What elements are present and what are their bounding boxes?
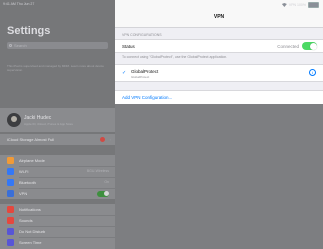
checkmark-icon: ✓ [122,70,127,76]
sidebar-item-label: Bluetooth [19,180,36,185]
status-value: Connected [277,44,299,49]
search-placeholder: Search [14,43,27,48]
status-right-text: VPN 100% [288,3,306,7]
search-icon [9,43,12,47]
sounds-icon [7,217,14,224]
sidebar-item-vpn[interactable]: VPN [0,188,115,199]
info-icon[interactable]: i [309,69,316,76]
storage-badge [100,137,105,142]
sidebar-item-label: VPN [19,191,28,196]
vpn-icon [7,190,14,197]
sidebar-item-do-not-disturb[interactable]: Do Not Disturb [0,226,115,237]
sidebar-item-label: Airplane Mode [19,158,45,163]
add-vpn-configuration-button[interactable]: Add VPN Configuration... [115,90,323,105]
battery-icon [308,2,319,8]
storage-cell[interactable]: iCloud Storage Almost Full › [0,134,115,145]
wifi-value: BGU-Wireless [86,169,109,173]
wifi-icon [7,168,14,175]
sidebar-item-label: Do Not Disturb [19,229,46,234]
sidebar-item-notifications[interactable]: Notifications [0,204,115,215]
status-row: Status Connected [115,39,323,53]
sidebar-item-sounds[interactable]: Sounds [0,215,115,226]
airplane-icon [7,157,14,164]
sidebar-item-label: Notifications [19,207,41,212]
vpn-toggle-mini[interactable] [97,190,109,197]
status-bar: 9:41 AM Thu Jun 27 VPN 100% [0,0,323,8]
vpn-status-toggle[interactable] [302,42,317,50]
dimmed-overlay [115,104,323,249]
notifications-icon [7,206,14,213]
sidebar-item-label: Sounds [19,218,33,223]
bluetooth-value: On [104,180,109,184]
status-time: 9:41 AM Thu Jun 27 [3,2,35,6]
account-name: Jacki Hudec [24,115,52,121]
connectivity-group: Airplane Mode Wi-Fi BGU-Wireless Bluetoo… [0,155,115,199]
account-subtitle: Apple ID, iCloud, iTunes & App Store [24,122,74,126]
sidebar-title: Settings [7,25,51,37]
avatar [7,113,21,127]
hourglass-icon [7,239,14,246]
chevron-right-icon: › [109,137,111,142]
add-vpn-label: Add VPN Configuration... [122,95,173,100]
bluetooth-icon [7,179,14,186]
section-header: VPN CONFIGURATIONS [122,33,162,37]
sidebar-item-wifi[interactable]: Wi-Fi BGU-Wireless [0,166,115,177]
config-name: GlobalProtect [131,69,159,74]
storage-label: iCloud Storage Almost Full [7,137,55,142]
status-label: Status [122,44,135,49]
settings-sidebar: Settings Search This iPad is supervised … [0,0,115,249]
wifi-status-icon [281,3,287,7]
connect-footnote: To connect using "GlobalProtect", use th… [122,55,228,59]
sidebar-item-airplane[interactable]: Airplane Mode [0,155,115,166]
supervision-note: This iPad is supervised and managed by M… [7,64,104,72]
page-title: VPN [213,14,225,20]
sidebar-item-screen-time[interactable]: Screen Time [0,237,115,248]
sidebar-item-label: Wi-Fi [19,169,29,174]
sidebar-item-label: Screen Time [19,240,42,245]
notifications-group: Notifications Sounds Do Not Disturb Scre… [0,204,115,249]
search-field[interactable]: Search [7,42,108,49]
status-right: VPN 100% [281,2,319,8]
sidebar-item-bluetooth[interactable]: Bluetooth On [0,177,115,188]
vpn-config-row[interactable]: ✓ GlobalProtect GlobalProtect i [115,64,323,82]
moon-icon [7,228,14,235]
config-subtitle: GlobalProtect [131,75,150,79]
